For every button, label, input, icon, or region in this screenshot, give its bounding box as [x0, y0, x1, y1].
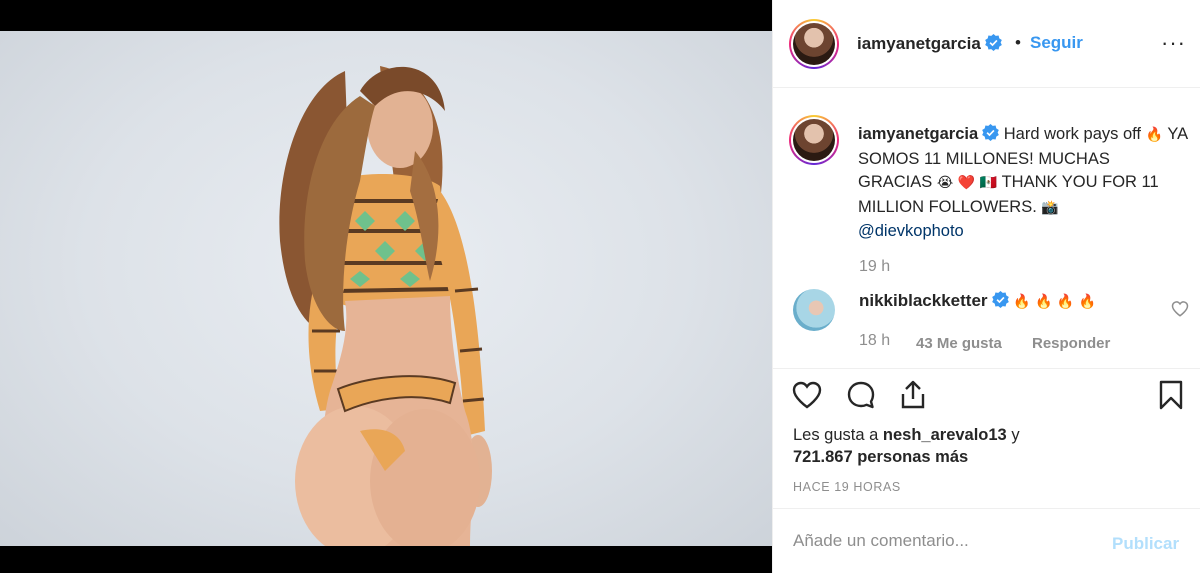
publish-button[interactable]: Publicar [1112, 534, 1179, 554]
fire-emoji: 🔥 [1145, 127, 1164, 143]
mexico-flag-emoji: 🇲🇽 [979, 175, 998, 191]
liked-by-user[interactable]: nesh_arevalo13 [883, 426, 1007, 444]
verified-badge-icon [984, 34, 1002, 51]
add-comment-bar: Publicar [773, 508, 1200, 573]
likes-suffix: y [1011, 426, 1020, 444]
author-avatar[interactable] [789, 19, 839, 69]
author-username[interactable]: iamyanetgarcia [857, 34, 981, 53]
post-photo[interactable] [0, 31, 772, 546]
comment-meta: 18 h 43 Me gusta Responder [859, 332, 1110, 352]
comment-row: nikkiblackketter 🔥 🔥 🔥 🔥 [859, 291, 1096, 311]
author-username-row[interactable]: iamyanetgarcia [857, 34, 1002, 54]
comment-input[interactable] [793, 531, 1093, 551]
caption-timestamp[interactable]: 19 h [859, 258, 890, 276]
comment-text: 🔥 🔥 🔥 🔥 [1013, 294, 1097, 310]
comments-section: iamyanetgarcia Hard work pays off 🔥 YA S… [773, 88, 1200, 368]
separator-dot: • [1015, 33, 1021, 52]
camera-emoji: 📸 [1041, 199, 1059, 216]
heart-outline-icon[interactable] [791, 379, 823, 411]
comment-like-heart-icon[interactable] [1171, 300, 1189, 318]
verified-badge-icon [982, 124, 999, 141]
follow-button[interactable]: Seguir [1030, 33, 1083, 53]
likes-prefix: Les gusta a [793, 426, 879, 444]
caption-mention[interactable]: @dievkophoto [858, 222, 964, 240]
commenter-username[interactable]: nikkiblackketter [859, 291, 988, 310]
more-options-icon[interactable]: ··· [1161, 30, 1186, 56]
post-timestamp[interactable]: HACE 19 HORAS [793, 480, 901, 494]
post-media [0, 0, 772, 573]
comment-bubble-icon[interactable] [845, 379, 877, 411]
caption-author-avatar[interactable] [789, 115, 839, 165]
heart-emoji: ❤️ [957, 175, 976, 191]
verified-badge-icon [991, 291, 1009, 308]
photo-illustration [279, 66, 492, 546]
likes-summary: Les gusta a nesh_arevalo13 y [793, 426, 1020, 445]
post-caption: iamyanetgarcia Hard work pays off 🔥 YA S… [858, 123, 1188, 244]
reply-button[interactable]: Responder [1032, 335, 1110, 352]
crying-emoji: 😭 [936, 175, 954, 191]
caption-text-1: Hard work pays off [1003, 125, 1142, 143]
post-sidebar: iamyanetgarcia • Seguir ··· iamyanetgarc… [772, 0, 1200, 573]
bookmark-icon[interactable] [1155, 379, 1187, 411]
comment-timestamp[interactable]: 18 h [859, 332, 890, 349]
caption-username[interactable]: iamyanetgarcia [858, 125, 978, 143]
post-actions: Les gusta a nesh_arevalo13 y 721.867 per… [773, 368, 1200, 508]
share-icon[interactable] [897, 379, 929, 411]
comment-likes[interactable]: 43 Me gusta [916, 335, 1002, 352]
post-header: iamyanetgarcia • Seguir ··· [773, 0, 1200, 88]
likes-count[interactable]: 721.867 personas más [793, 448, 968, 467]
commenter-avatar[interactable] [793, 289, 835, 331]
